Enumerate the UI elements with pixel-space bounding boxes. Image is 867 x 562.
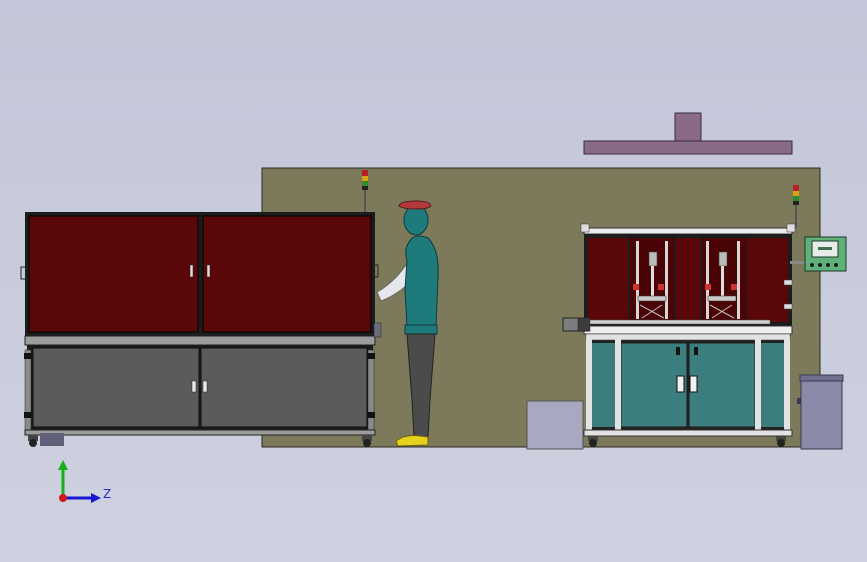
assembly-scene[interactable]: Z [0, 0, 867, 562]
right-cabinet-panel[interactable] [590, 343, 616, 427]
right-fixture-window-right [702, 238, 746, 322]
hmi-button[interactable] [834, 263, 838, 267]
right-enclosure-panel-left[interactable] [588, 238, 628, 322]
hmi-button[interactable] [826, 263, 830, 267]
overhead-duct [583, 112, 793, 155]
left-machine[interactable] [20, 212, 382, 447]
left-caster [28, 435, 38, 447]
left-cabinet-door-right[interactable] [200, 347, 368, 428]
right-enclosure-panel-middle[interactable] [676, 238, 700, 322]
left-enclosure-door-right[interactable] [202, 215, 372, 333]
operator-hat [398, 200, 432, 210]
waste-bin [797, 374, 844, 450]
right-fixture-window-left [630, 238, 674, 322]
right-cabinet-door-right[interactable] [688, 342, 756, 428]
hmi-button[interactable] [810, 263, 814, 267]
operator-torso [404, 235, 439, 326]
left-enclosure-door-left[interactable] [28, 215, 199, 333]
right-enclosure-panel-right[interactable] [747, 238, 788, 322]
z-axis-label: Z [103, 487, 111, 501]
cad-viewport[interactable]: Z [0, 0, 867, 562]
right-cabinet-panel[interactable] [759, 343, 786, 427]
hmi-button[interactable] [818, 263, 822, 267]
storage-box [526, 400, 584, 450]
orientation-triad[interactable]: Z [58, 460, 111, 503]
left-cabinet-door-left[interactable] [32, 347, 200, 428]
right-machine[interactable] [562, 223, 796, 447]
